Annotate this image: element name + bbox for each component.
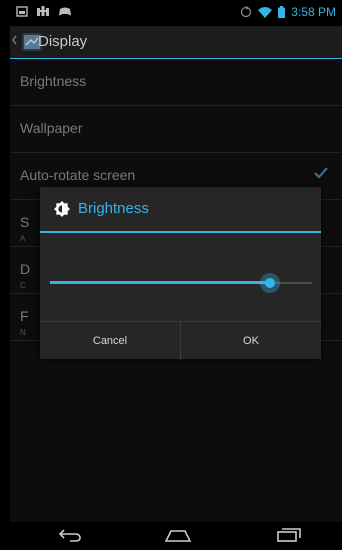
navigation-bar (10, 522, 342, 550)
wifi-icon (258, 7, 273, 18)
setting-wallpaper[interactable]: Wallpaper (10, 106, 342, 153)
dialog-title-divider (40, 231, 321, 233)
setting-label: Brightness (20, 73, 87, 89)
slider-thumb[interactable] (260, 273, 281, 293)
setting-label: Wallpaper (20, 120, 83, 136)
android-screen: 3:58 PM Display Brightness Wallpaper Aut… (10, 0, 342, 550)
dialog-buttons: Cancel OK (40, 321, 321, 360)
recent-apps-icon[interactable] (277, 528, 301, 542)
dialog-title: Brightness (78, 200, 149, 217)
page-title: Display (38, 33, 88, 50)
setting-label: S (20, 214, 30, 230)
brightness-dialog: Brightness Cancel OK (40, 187, 321, 360)
setting-label: F (20, 308, 29, 324)
setting-label: Auto-rotate screen (20, 167, 136, 183)
status-bar: 3:58 PM (10, 0, 342, 26)
clock: 3:58 PM (291, 5, 336, 19)
back-icon[interactable] (58, 528, 82, 542)
screenshot-notification-icon (16, 6, 28, 17)
cancel-button[interactable]: Cancel (40, 322, 180, 360)
gamepad-icon (59, 7, 71, 16)
setting-label: D (20, 261, 31, 277)
setting-summary: A (20, 234, 26, 243)
setting-brightness[interactable]: Brightness (10, 59, 342, 106)
battery-icon (278, 6, 286, 18)
usb-debugging-icon (37, 6, 49, 16)
dialog-header: Brightness (40, 187, 321, 231)
system-icons: 3:58 PM (240, 5, 336, 19)
action-bar[interactable]: Display (10, 26, 342, 58)
checkbox-checked-icon[interactable] (314, 167, 328, 179)
up-chevron-icon (12, 35, 17, 45)
home-icon[interactable] (165, 529, 191, 542)
notification-icons (16, 6, 72, 17)
brightness-slider[interactable] (50, 271, 312, 295)
slider-fill (50, 281, 271, 284)
setting-summary: C (20, 281, 26, 290)
ok-button[interactable]: OK (180, 322, 321, 360)
brightness-icon (54, 201, 70, 217)
rotation-lock-icon (241, 6, 252, 18)
setting-summary: N (20, 328, 26, 337)
